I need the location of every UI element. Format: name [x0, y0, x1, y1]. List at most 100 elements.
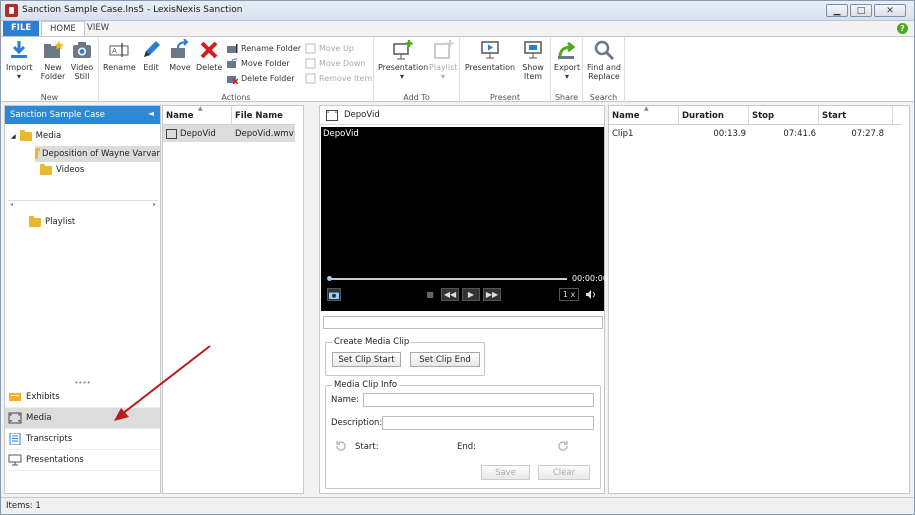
- collapse-pane-icon[interactable]: ◄: [148, 109, 154, 118]
- create-media-clip-legend: Create Media Clip: [332, 337, 412, 347]
- rename-button[interactable]: A Rename: [103, 39, 136, 72]
- move-folder-button[interactable]: Move Folder: [227, 56, 290, 70]
- edit-button[interactable]: Edit: [139, 39, 163, 72]
- video-viewport[interactable]: DepoVid 00:00:00 ■ ◀◀ ▶ ▶▶ 1 x: [321, 127, 608, 311]
- video-still-button[interactable]: Video Still: [69, 39, 95, 81]
- file-list-pane: ▲ Name File Name DepoVid DepoVid.wmv: [162, 105, 304, 494]
- clip-duration-cell: 00:13.9: [713, 128, 746, 139]
- nav-item-transcripts[interactable]: Transcripts: [5, 429, 160, 450]
- clip-description-input[interactable]: [382, 416, 594, 430]
- magnifier-icon: [594, 40, 615, 61]
- minimize-button[interactable]: ▁: [826, 4, 848, 17]
- stop-button[interactable]: ■: [423, 288, 437, 301]
- tree-horizontal-scrollbar[interactable]: ◂ ▸: [8, 200, 158, 208]
- seek-handle[interactable]: [327, 276, 332, 281]
- clip-name-label: Name:: [331, 395, 359, 405]
- remove-item-button[interactable]: Remove Item: [305, 71, 372, 85]
- column-header-clip-name[interactable]: ▲ Name: [609, 105, 679, 124]
- move-up-button[interactable]: Move Up: [305, 41, 354, 55]
- tree-node-media[interactable]: ◢ Media: [11, 129, 61, 141]
- table-row[interactable]: DepoVid DepoVid.wmv: [163, 125, 303, 142]
- video-folder-icon: [40, 163, 52, 175]
- video-title-overlay: DepoVid: [323, 129, 359, 139]
- ribbon-group-search: Find and Replace Search: [583, 37, 625, 103]
- file-list-header: ▲ Name File Name: [163, 105, 303, 125]
- delete-folder-button[interactable]: Delete Folder: [227, 71, 295, 85]
- tab-view[interactable]: VIEW: [79, 21, 117, 36]
- clip-name-input[interactable]: [363, 393, 594, 407]
- file-list-scrollbar[interactable]: [295, 106, 303, 493]
- seek-bar[interactable]: [327, 276, 567, 281]
- scroll-left-icon[interactable]: ◂: [10, 201, 13, 208]
- fast-forward-button[interactable]: ▶▶: [483, 288, 501, 301]
- maximize-button[interactable]: □: [850, 4, 872, 17]
- snapshot-button[interactable]: [327, 288, 341, 301]
- clip-list-scrollbar[interactable]: [901, 106, 909, 493]
- film-icon: [326, 109, 338, 121]
- move-down-button[interactable]: Move Down: [305, 56, 366, 70]
- app-logo-icon: [5, 4, 18, 17]
- volume-icon: [586, 290, 595, 299]
- column-header-file-name[interactable]: File Name: [232, 106, 303, 124]
- close-button[interactable]: ✕: [874, 4, 906, 17]
- new-folder-button[interactable]: New Folder: [39, 39, 67, 81]
- save-button[interactable]: Save: [481, 465, 530, 480]
- nav-item-media[interactable]: Media: [5, 408, 160, 429]
- rewind-button[interactable]: ◀◀: [441, 288, 459, 301]
- export-button[interactable]: Export ▾: [553, 39, 581, 81]
- undo-end-icon[interactable]: [558, 440, 570, 452]
- column-header-name[interactable]: ▲ Name: [163, 105, 232, 124]
- table-row[interactable]: Clip1 00:13.9 07:41.6 07:27.8: [609, 125, 909, 142]
- play-button[interactable]: ▶: [462, 288, 480, 301]
- move-down-icon: [305, 58, 316, 68]
- folder-icon: [19, 129, 32, 141]
- tree-node-videos[interactable]: Videos: [40, 163, 84, 175]
- import-icon: [11, 41, 27, 58]
- rename-folder-button[interactable]: Rename Folder: [227, 41, 301, 55]
- tab-file[interactable]: FILE: [3, 21, 40, 36]
- clip-notes-input[interactable]: [323, 316, 603, 329]
- chevron-down-icon: ▾: [440, 72, 445, 81]
- media-clip-info-group: Media Clip Info Name: Description: Start…: [325, 380, 601, 489]
- show-item-button[interactable]: Show Item: [519, 39, 547, 81]
- undo-start-icon[interactable]: [334, 440, 346, 452]
- clip-start-label: Start:: [355, 442, 379, 452]
- present-presentation-button[interactable]: Presentation: [464, 39, 516, 72]
- new-folder-icon: [44, 41, 64, 58]
- case-title: Sanction Sample Case: [10, 110, 106, 120]
- column-header-duration[interactable]: Duration: [679, 106, 749, 124]
- media-player-pane: DepoVid DepoVid 00:00:00 ■ ◀◀ ▶ ▶▶ 1 x C…: [319, 105, 608, 494]
- column-header-stop[interactable]: Stop: [749, 106, 819, 124]
- set-clip-end-button[interactable]: Set Clip End: [410, 352, 480, 367]
- column-header-start[interactable]: Start: [819, 106, 893, 124]
- playback-speed[interactable]: 1 x: [559, 288, 579, 301]
- expander-icon[interactable]: ◢: [11, 133, 16, 140]
- set-clip-start-button[interactable]: Set Clip Start: [332, 352, 401, 367]
- rename-icon: A: [109, 43, 129, 57]
- import-button[interactable]: Import ▾: [6, 39, 33, 81]
- volume-button[interactable]: [583, 288, 599, 301]
- title-bar: Sanction Sample Case.lns5 - LexisNexis S…: [1, 1, 914, 21]
- group-label-new: New: [40, 93, 59, 102]
- folder-icon: [35, 147, 40, 159]
- move-button[interactable]: Move: [167, 39, 193, 72]
- ribbon-tabs: FILE HOME VIEW ?: [1, 21, 914, 36]
- item-count: Items: 1: [6, 501, 41, 511]
- nav-item-exhibits[interactable]: Exhibits: [5, 387, 160, 408]
- add-to-playlist-button[interactable]: Playlist ▾: [429, 39, 457, 81]
- nav-item-presentations[interactable]: Presentations: [5, 450, 160, 471]
- tree-node-deposition[interactable]: Deposition of Wayne Varvar: [35, 146, 160, 162]
- add-to-presentation-button[interactable]: Presentation ▾: [378, 39, 428, 81]
- tree-node-playlist[interactable]: Playlist: [29, 215, 75, 227]
- case-title-bar: Sanction Sample Case ◄: [5, 106, 160, 124]
- clear-button[interactable]: Clear: [538, 465, 590, 480]
- delete-folder-icon: [227, 75, 238, 84]
- group-label-add-to: Add To: [403, 93, 430, 102]
- delete-button[interactable]: Delete: [196, 39, 222, 72]
- scroll-right-icon[interactable]: ▸: [153, 201, 156, 208]
- player-title: DepoVid: [344, 110, 380, 120]
- help-icon[interactable]: ?: [897, 23, 908, 34]
- player-header: DepoVid: [320, 106, 604, 125]
- find-replace-button[interactable]: Find and Replace: [585, 39, 623, 81]
- rename-folder-icon: [227, 43, 238, 53]
